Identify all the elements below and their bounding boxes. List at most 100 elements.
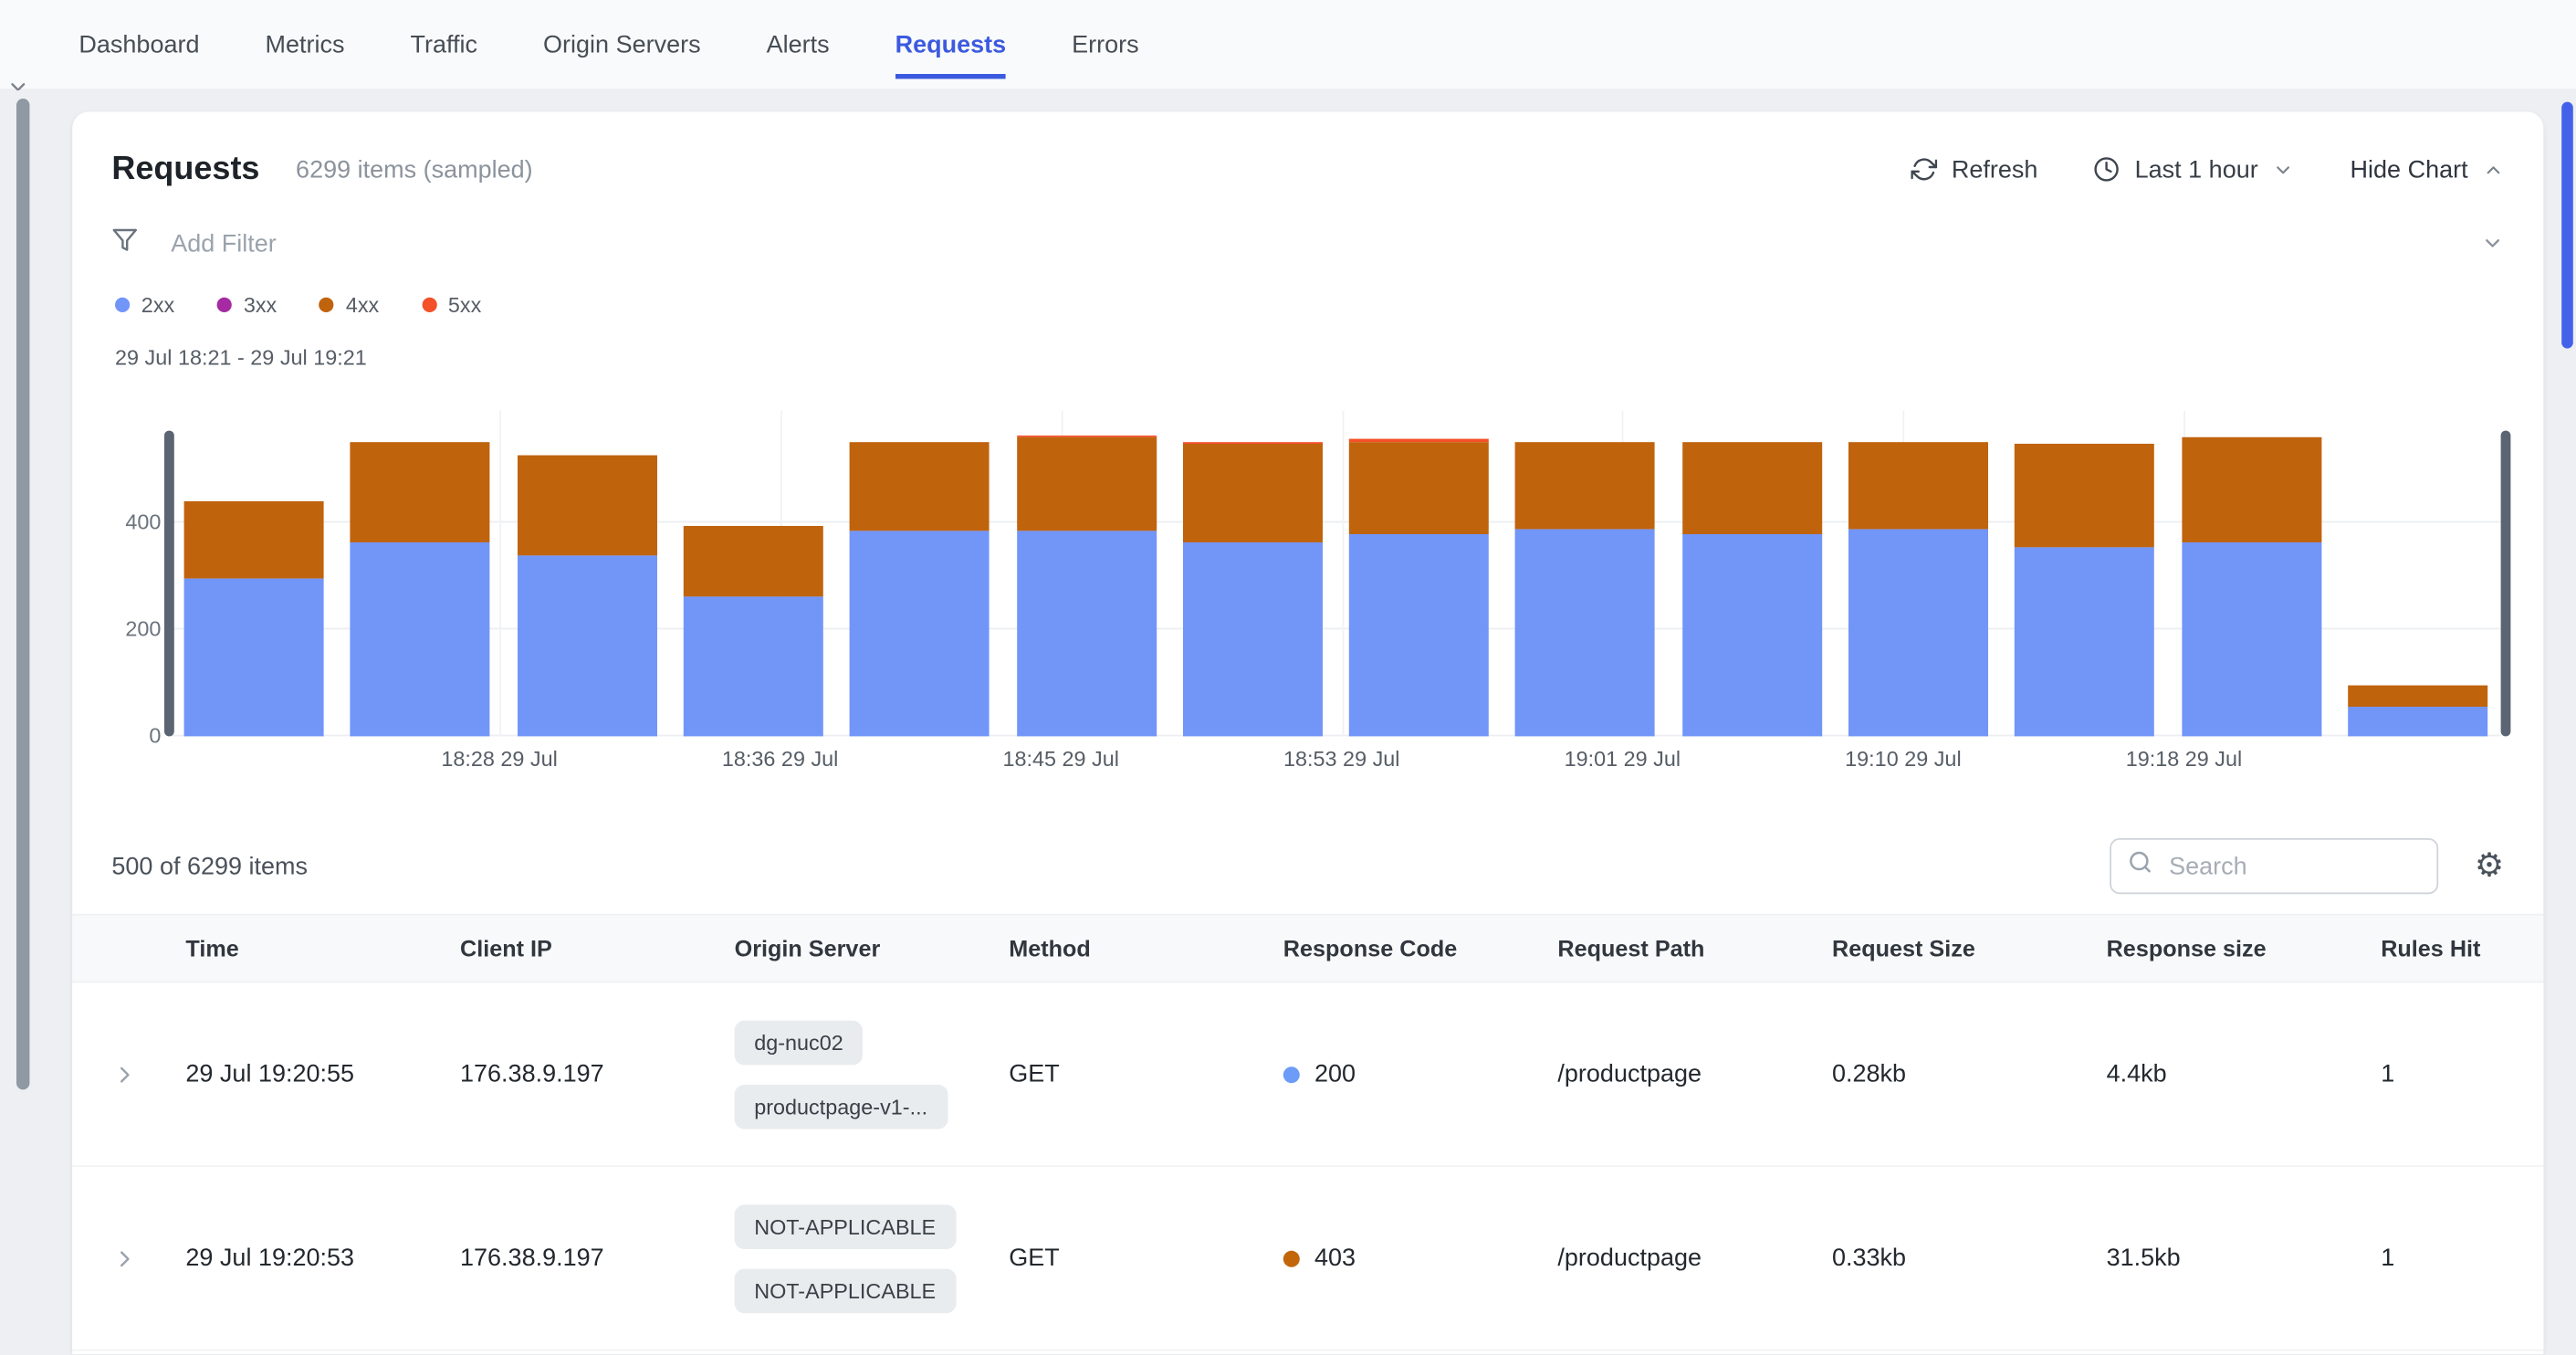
tab-dashboard[interactable]: Dashboard bbox=[79, 0, 199, 79]
bar-segment-4xx bbox=[517, 456, 656, 556]
chart-bar[interactable] bbox=[2182, 437, 2321, 736]
bar-segment-2xx bbox=[850, 530, 990, 736]
chevron-up-icon bbox=[2483, 159, 2504, 180]
x-axis-label: 18:53 29 Jul bbox=[1283, 746, 1400, 771]
add-filter-input[interactable]: Add Filter bbox=[171, 229, 2481, 257]
row-expand-chevron-icon[interactable] bbox=[111, 1245, 185, 1272]
tab-traffic[interactable]: Traffic bbox=[411, 0, 478, 79]
x-axis-label: 18:28 29 Jul bbox=[441, 746, 558, 771]
chart-bar[interactable] bbox=[1183, 442, 1323, 736]
brush-handle-right[interactable] bbox=[2501, 431, 2511, 737]
chart-bar[interactable] bbox=[850, 441, 990, 736]
bar-segment-2xx bbox=[684, 596, 823, 736]
x-axis-label: 18:45 29 Jul bbox=[1002, 746, 1119, 771]
tab-errors[interactable]: Errors bbox=[1072, 0, 1139, 79]
cell-origin-server: dg-nuc02 productpage-v1-... bbox=[735, 1020, 1010, 1129]
tab-alerts[interactable]: Alerts bbox=[767, 0, 830, 79]
page-title: Requests bbox=[111, 151, 259, 188]
cell-time: 29 Jul 19:20:55 bbox=[185, 1060, 460, 1088]
origin-server-chip: NOT-APPLICABLE bbox=[735, 1204, 956, 1249]
chart-bar[interactable] bbox=[1848, 441, 1988, 736]
chart-bar[interactable] bbox=[2348, 686, 2487, 736]
refresh-icon bbox=[1911, 156, 1937, 183]
legend-label: 4xx bbox=[346, 292, 379, 317]
chart-bar[interactable] bbox=[1349, 439, 1489, 736]
tab-metrics[interactable]: Metrics bbox=[266, 0, 345, 79]
legend-item-3xx[interactable]: 3xx bbox=[217, 292, 277, 317]
v-gridline bbox=[1342, 411, 1344, 736]
chart-bar[interactable] bbox=[1515, 441, 1655, 736]
bar-segment-4xx bbox=[1016, 437, 1156, 530]
chart-bar[interactable] bbox=[2015, 444, 2154, 736]
legend-item-2xx[interactable]: 2xx bbox=[115, 292, 174, 317]
cell-rules-hit: 1 bbox=[2381, 1060, 2543, 1088]
search-input[interactable] bbox=[2166, 851, 2421, 882]
3xx-dot-icon bbox=[217, 298, 232, 312]
cell-request-path: /productpage bbox=[1557, 1060, 1832, 1088]
chart-plot[interactable]: 18:28 29 Jul18:36 29 Jul18:45 29 Jul18:5… bbox=[171, 411, 2500, 736]
row-expand-chevron-icon[interactable] bbox=[111, 1061, 185, 1087]
hide-chart-button[interactable]: Hide Chart bbox=[2351, 155, 2505, 184]
brush-handle-left[interactable] bbox=[164, 431, 174, 737]
legend-label: 3xx bbox=[244, 292, 277, 317]
origin-server-chip: NOT-APPLICABLE bbox=[735, 1268, 956, 1313]
x-axis-label: 19:18 29 Jul bbox=[2126, 746, 2243, 771]
clock-icon bbox=[2094, 156, 2120, 183]
filter-funnel-icon bbox=[111, 226, 138, 261]
chart-bar[interactable] bbox=[1016, 436, 1156, 736]
time-range-dropdown[interactable]: Last 1 hour bbox=[2094, 155, 2295, 184]
bar-segment-4xx bbox=[850, 441, 990, 530]
bar-segment-2xx bbox=[2348, 707, 2487, 736]
chevron-down-icon bbox=[2273, 159, 2294, 180]
cell-request-path: /productpage bbox=[1557, 1245, 1832, 1273]
gear-icon[interactable]: ⚙ bbox=[2475, 850, 2504, 883]
hide-chart-label: Hide Chart bbox=[2351, 155, 2468, 184]
table-row[interactable]: 29 Jul 19:20:55 176.38.9.197 dg-nuc02 pr… bbox=[72, 982, 2543, 1167]
bar-segment-2xx bbox=[1515, 530, 1655, 737]
right-scrollbar[interactable] bbox=[2561, 102, 2573, 349]
bar-segment-2xx bbox=[184, 579, 324, 736]
left-scrollbar[interactable] bbox=[16, 99, 29, 1089]
status-dot bbox=[1283, 1250, 1300, 1266]
legend-item-4xx[interactable]: 4xx bbox=[319, 292, 379, 317]
app-root: Dashboard Metrics Traffic Origin Servers Ale… bbox=[0, 0, 2576, 1354]
cell-request-size: 0.33kb bbox=[1832, 1245, 2107, 1273]
requests-panel: Requests 6299 items (sampled) Refresh La… bbox=[72, 111, 2543, 1354]
legend-item-5xx[interactable]: 5xx bbox=[422, 292, 481, 317]
filter-expand-chevron-icon[interactable] bbox=[2481, 232, 2504, 255]
table-row[interactable]: 29 Jul 19:20:53 176.38.9.197 NOT-APPLICA… bbox=[72, 1167, 2543, 1351]
chart-bar[interactable] bbox=[1682, 441, 1822, 736]
y-axis-label: 0 bbox=[111, 723, 161, 748]
4xx-dot-icon bbox=[319, 298, 334, 312]
bar-segment-2xx bbox=[1016, 530, 1156, 736]
chart-legend: 2xx 3xx 4xx 5xx bbox=[115, 292, 481, 317]
chart-bar[interactable] bbox=[351, 441, 490, 736]
cell-response-size: 31.5kb bbox=[2107, 1245, 2382, 1273]
cell-method: GET bbox=[1009, 1245, 1283, 1273]
bar-segment-2xx bbox=[1183, 542, 1323, 736]
bar-segment-2xx bbox=[1682, 535, 1822, 737]
chart-bar[interactable] bbox=[684, 526, 823, 736]
tab-origin-servers[interactable]: Origin Servers bbox=[543, 0, 701, 79]
bar-segment-4xx bbox=[1848, 441, 1988, 529]
top-nav: Dashboard Metrics Traffic Origin Servers Ale… bbox=[0, 0, 2576, 90]
status-dot bbox=[1283, 1066, 1300, 1082]
5xx-dot-icon bbox=[422, 298, 436, 312]
bar-segment-4xx bbox=[184, 501, 324, 579]
chart-bar[interactable] bbox=[517, 456, 656, 736]
column-header-request-size: Request Size bbox=[1832, 935, 2107, 961]
header-actions: Refresh Last 1 hour Hide Chart bbox=[1911, 155, 2504, 184]
chart-bar[interactable] bbox=[184, 501, 324, 736]
response-code-value: 403 bbox=[1314, 1245, 1356, 1273]
x-axis-label: 19:01 29 Jul bbox=[1565, 746, 1681, 771]
bar-segment-4xx bbox=[2182, 437, 2321, 542]
requests-chart: 18:28 29 Jul18:36 29 Jul18:45 29 Jul18:5… bbox=[111, 411, 2504, 789]
refresh-button[interactable]: Refresh bbox=[1911, 155, 2038, 184]
bar-segment-4xx bbox=[2015, 444, 2154, 547]
time-range-label: Last 1 hour bbox=[2135, 155, 2258, 184]
cell-response-code: 200 bbox=[1283, 1060, 1558, 1088]
tab-requests[interactable]: Requests bbox=[895, 0, 1007, 79]
column-header-origin-server: Origin Server bbox=[735, 935, 1010, 961]
search-box bbox=[2110, 838, 2438, 894]
chart-range-label: 29 Jul 18:21 - 29 Jul 19:21 bbox=[115, 345, 367, 370]
